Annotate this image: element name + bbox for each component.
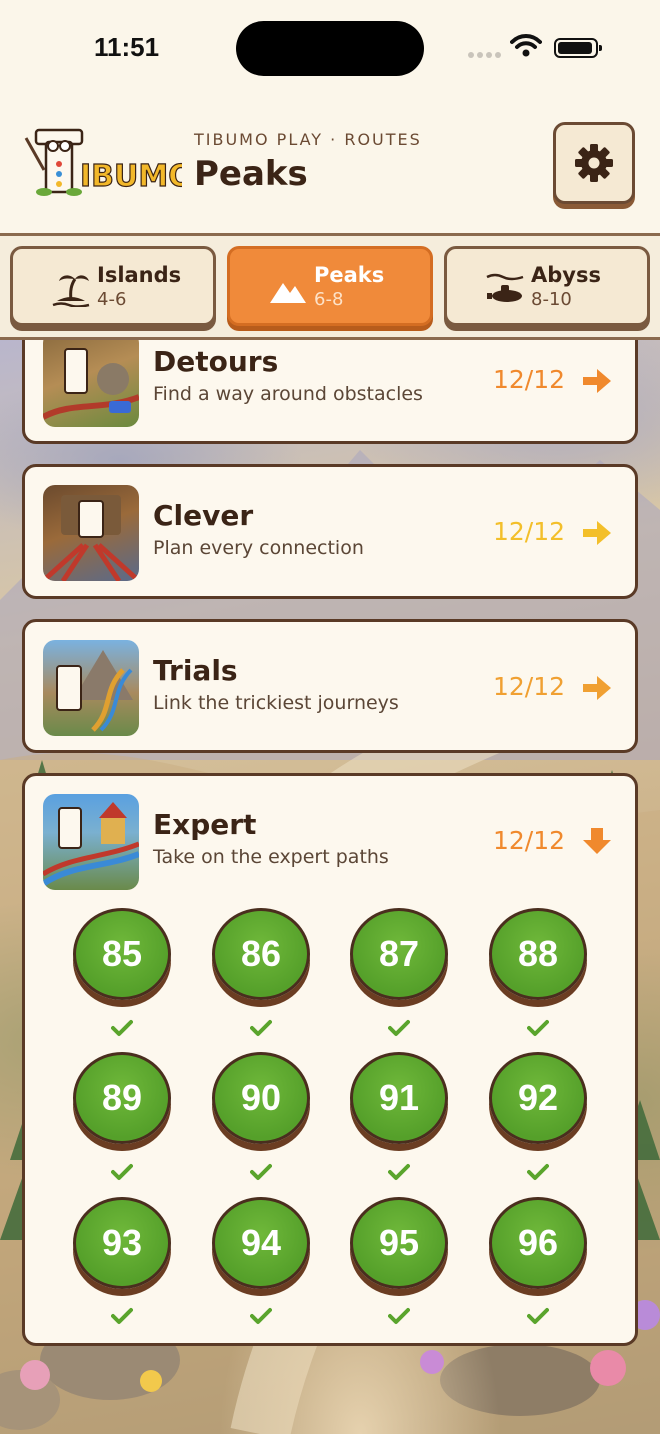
card-progress: 12/12 (493, 517, 566, 546)
checkmark-icon (111, 1308, 133, 1324)
level-set-card-clever[interactable]: Clever Plan every connection 12/12 (22, 464, 638, 599)
checkmark-icon (527, 1164, 549, 1180)
tab-abyss-label: Abyss (531, 263, 601, 287)
level-number: 96 (517, 1222, 559, 1263)
tibumo-logo: IBUMO (24, 128, 182, 196)
level-button-87[interactable]: 87 (350, 908, 448, 1000)
logo-text: IBUMO (80, 159, 182, 194)
tab-peaks[interactable]: Peaks 6-8 (227, 246, 433, 326)
level-number: 88 (517, 933, 559, 974)
submarine-icon (486, 273, 524, 302)
level-button-85[interactable]: 85 (73, 908, 171, 1000)
checkmark-icon (388, 1020, 410, 1036)
level-number: 93 (101, 1222, 143, 1263)
checkmark-icon (527, 1020, 549, 1036)
level-button-94[interactable]: 94 (212, 1197, 310, 1289)
arrow-right-icon (583, 369, 611, 393)
level-button-86[interactable]: 86 (212, 908, 310, 1000)
tab-abyss[interactable]: Abyss 8-10 (444, 246, 650, 326)
tab-peaks-label: Peaks (314, 263, 385, 287)
card-description: Take on the expert paths (153, 846, 389, 868)
age-range-tabs: Islands 4-6 Peaks 6-8 Abyss 8-10 (0, 236, 660, 340)
page-title: Peaks (194, 154, 308, 194)
castle-track-illustration (43, 802, 139, 887)
island-palm-icon (52, 275, 90, 307)
level-button-89[interactable]: 89 (73, 1052, 171, 1144)
level-number: 86 (240, 933, 282, 974)
checkmark-icon (388, 1308, 410, 1324)
card-description: Link the trickiest journeys (153, 692, 399, 714)
card-description: Plan every connection (153, 537, 364, 559)
app-header: IBUMO TIBUMO PLAY · ROUTES Peaks (0, 96, 660, 236)
checkmark-icon (250, 1020, 272, 1036)
level-button-96[interactable]: 96 (489, 1197, 587, 1289)
wifi-icon (510, 34, 542, 57)
arrow-right-icon (583, 676, 611, 700)
level-number: 90 (240, 1077, 282, 1118)
level-number: 94 (240, 1222, 282, 1263)
level-set-card-trials[interactable]: Trials Link the trickiest journeys 12/12 (22, 619, 638, 753)
train-track-illustration (43, 348, 139, 420)
level-number: 89 (101, 1077, 143, 1118)
arrow-right-icon (583, 521, 611, 545)
tab-abyss-range: 8-10 (531, 289, 572, 310)
battery-icon (554, 38, 602, 58)
card-title: Detours (153, 345, 279, 378)
gear-icon (575, 144, 613, 182)
level-button-92[interactable]: 92 (489, 1052, 587, 1144)
level-button-93[interactable]: 93 (73, 1197, 171, 1289)
card-title: Trials (153, 654, 238, 687)
arrow-down-icon (583, 828, 611, 854)
checkmark-icon (111, 1164, 133, 1180)
tab-islands-label: Islands (97, 263, 182, 287)
level-number: 87 (378, 933, 420, 974)
flower-decoration (20, 1360, 50, 1390)
mountain-icon (270, 283, 306, 303)
cellular-signal-icon (468, 52, 501, 58)
dynamic-island (236, 21, 424, 76)
checkmark-icon (250, 1164, 272, 1180)
card-progress: 12/12 (493, 672, 566, 701)
checkmark-icon (111, 1020, 133, 1036)
checkmark-icon (388, 1164, 410, 1180)
app-subtitle: TIBUMO PLAY · ROUTES (194, 130, 422, 149)
flower-decoration (420, 1350, 444, 1374)
level-number: 95 (378, 1222, 420, 1263)
level-button-91[interactable]: 91 (350, 1052, 448, 1144)
flower-decoration (590, 1350, 626, 1386)
trials-thumbnail (43, 640, 139, 736)
clever-thumbnail (43, 485, 139, 581)
flower-decoration (140, 1370, 162, 1392)
card-progress: 12/12 (493, 826, 566, 855)
level-number: 92 (517, 1077, 559, 1118)
checkmark-icon (250, 1308, 272, 1324)
card-title: Clever (153, 499, 254, 532)
status-time: 11:51 (94, 32, 160, 62)
level-button-88[interactable]: 88 (489, 908, 587, 1000)
level-number: 85 (101, 933, 143, 974)
train-track-illustration (43, 495, 139, 581)
level-number: 91 (378, 1077, 420, 1118)
tab-peaks-range: 6-8 (314, 289, 344, 310)
status-bar: 11:51 (0, 0, 660, 96)
level-button-95[interactable]: 95 (350, 1197, 448, 1289)
level-set-card-expert[interactable]: Expert Take on the expert paths 12/12 85… (22, 773, 638, 1346)
detours-thumbnail (43, 331, 139, 427)
card-description: Find a way around obstacles (153, 383, 423, 405)
card-progress: 12/12 (493, 365, 566, 394)
card-title: Expert (153, 808, 257, 841)
tab-islands[interactable]: Islands 4-6 (10, 246, 216, 326)
level-button-90[interactable]: 90 (212, 1052, 310, 1144)
checkmark-icon (527, 1308, 549, 1324)
mountain-track-illustration (56, 650, 133, 732)
tab-islands-range: 4-6 (97, 289, 127, 310)
settings-button[interactable] (553, 122, 635, 204)
expert-thumbnail (43, 794, 139, 890)
